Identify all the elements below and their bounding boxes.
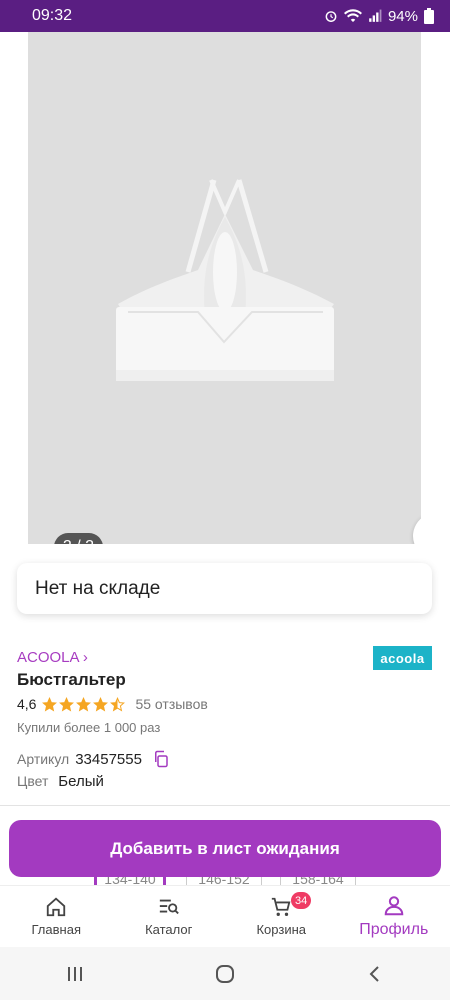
- home-button-icon[interactable]: [214, 963, 236, 985]
- status-bar: 09:32 94%: [0, 0, 450, 32]
- system-nav-bar: [0, 947, 450, 1000]
- cart-badge: 34: [291, 892, 312, 909]
- nav-catalog[interactable]: Каталог: [113, 886, 226, 947]
- home-icon: [47, 897, 66, 917]
- nav-catalog-label: Каталог: [145, 922, 193, 937]
- gallery-counter: 2 / 2: [54, 533, 103, 544]
- cart-icon: [272, 897, 291, 916]
- wifi-icon: [343, 9, 362, 22]
- article-label: Артикул: [17, 751, 70, 767]
- nav-home[interactable]: Главная: [0, 886, 113, 947]
- status-time: 09:32: [32, 7, 73, 24]
- stock-status-card: Нет на складе: [17, 563, 432, 614]
- battery-percent: 94%: [387, 7, 418, 25]
- nav-profile-label: Профиль: [359, 920, 429, 938]
- status-icons: 94%: [324, 8, 434, 25]
- back-icon[interactable]: [365, 964, 385, 984]
- alarm-icon: [325, 11, 337, 22]
- battery-icon: [424, 8, 434, 24]
- brand-link[interactable]: ACOOLA ›: [17, 649, 88, 666]
- reviews-count[interactable]: 55 отзывов: [135, 696, 207, 712]
- rating-value: 4,6: [17, 696, 37, 712]
- star-icon: [93, 696, 109, 711]
- stock-status-text: Нет на складе: [35, 577, 161, 599]
- signal-icon: [369, 9, 382, 22]
- nav-cart-label: Корзина: [256, 922, 307, 937]
- article-value: 33457555: [75, 750, 142, 768]
- star-icon: [42, 696, 58, 711]
- color-label: Цвет: [17, 773, 49, 789]
- add-to-waitlist-button[interactable]: Добавить в лист ожидания: [9, 820, 441, 877]
- purchase-count: Купили более 1 000 раз: [17, 720, 161, 735]
- copy-icon[interactable]: [152, 750, 170, 768]
- nav-home-label: Главная: [31, 922, 81, 937]
- profile-icon: [384, 895, 404, 915]
- color-row: Цвет Белый: [17, 773, 104, 790]
- rating-stars: [42, 696, 126, 712]
- color-value: Белый: [58, 773, 104, 790]
- product-photo-bra: [116, 179, 334, 381]
- bottom-nav: Главная Каталог 34 Корзина Профиль: [0, 885, 450, 947]
- recent-apps-icon[interactable]: [65, 964, 85, 984]
- nav-profile[interactable]: Профиль: [338, 886, 450, 947]
- catalog-search-icon: [159, 899, 179, 915]
- star-icon: [59, 696, 75, 711]
- rating-row[interactable]: 4,6 55 отзывов: [17, 696, 208, 712]
- star-icon: [76, 696, 92, 711]
- product-image[interactable]: 2 / 2: [28, 32, 421, 544]
- article-row: Артикул 33457555: [17, 750, 170, 768]
- product-name: Бюстгальтер: [17, 670, 126, 689]
- divider: [0, 805, 450, 806]
- brand-logo[interactable]: acoola: [373, 646, 432, 670]
- star-icon: [110, 696, 126, 711]
- nav-cart[interactable]: 34 Корзина: [225, 886, 338, 947]
